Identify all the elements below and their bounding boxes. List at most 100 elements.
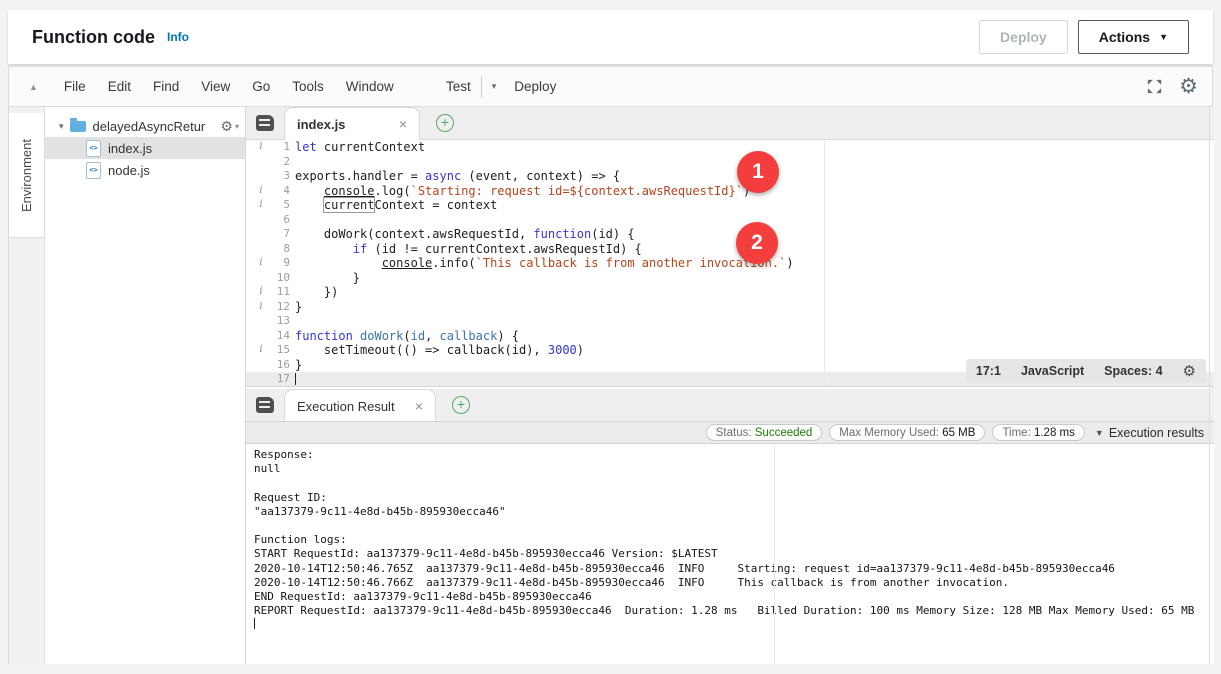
line-number[interactable]: 14 — [268, 329, 290, 344]
line-number[interactable]: 3 — [268, 169, 290, 184]
gutter-info-icon: i — [246, 140, 268, 155]
tab-execution-result[interactable]: Execution Result × — [284, 389, 436, 422]
gutter-info-icon — [246, 358, 268, 373]
menu-item-view[interactable]: View — [190, 79, 241, 94]
line-number[interactable]: 5 — [268, 198, 290, 213]
status-badge: Time: 1.28 ms — [992, 424, 1084, 441]
test-caret-icon[interactable]: ▾ — [492, 81, 497, 92]
code-text: if (id != currentContext.awsRequestId) { — [295, 242, 642, 257]
code-line-5[interactable]: i5 currentContext = context — [246, 198, 1214, 213]
line-number[interactable]: 17 — [268, 372, 290, 387]
code-line-12[interactable]: i12} — [246, 300, 1214, 315]
cursor-position[interactable]: 17:1 — [976, 364, 1001, 378]
tree-folder-row[interactable]: ▾ delayedAsyncReturn ⚙ ▾ — [45, 115, 245, 137]
console-line: null — [254, 462, 1214, 476]
code-line-13[interactable]: 13 — [246, 314, 1214, 329]
line-number[interactable]: 13 — [268, 314, 290, 329]
deploy-button[interactable]: Deploy — [979, 20, 1068, 54]
console-lines: Response:null Request ID:"aa137379-9c11-… — [254, 448, 1214, 634]
code-text: function doWork(id, callback) { — [295, 329, 519, 344]
menu-item-edit[interactable]: Edit — [97, 79, 142, 94]
menu-item-tools[interactable]: Tools — [281, 79, 335, 94]
line-number[interactable]: 6 — [268, 213, 290, 228]
folder-expand-caret-icon[interactable]: ▾ — [59, 121, 64, 132]
code-line-10[interactable]: 10 } — [246, 271, 1214, 286]
tree-file-list: <>index.js<>node.js — [45, 137, 245, 181]
gutter-info-icon — [246, 227, 268, 242]
menu-item-file[interactable]: File — [53, 79, 97, 94]
print-margin-ruler — [824, 140, 825, 387]
line-number[interactable]: 8 — [268, 242, 290, 257]
new-tab-button[interactable]: + — [452, 396, 470, 414]
code-line-4[interactable]: i4 console.log(`Starting: request id=${c… — [246, 184, 1214, 199]
line-number[interactable]: 4 — [268, 184, 290, 199]
code-line-6[interactable]: 6 — [246, 213, 1214, 228]
tree-file-node.js[interactable]: <>node.js — [45, 159, 245, 181]
close-icon[interactable]: × — [415, 398, 423, 414]
js-file-icon: <> — [86, 140, 101, 157]
line-number[interactable]: 1 — [268, 140, 290, 155]
menu-item-window[interactable]: Window — [335, 79, 405, 94]
console-line: REPORT RequestId: aa137379-9c11-4e8d-b45… — [254, 604, 1214, 618]
code-line-7[interactable]: 7 doWork(context.awsRequestId, function(… — [246, 227, 1214, 242]
deploy-menu-button[interactable]: Deploy — [514, 79, 556, 94]
code-line-11[interactable]: i11 }) — [246, 285, 1214, 300]
tree-settings-gear-icon[interactable]: ⚙ ▾ — [220, 118, 239, 135]
code-line-9[interactable]: i9 console.info(`This callback is from a… — [246, 256, 1214, 271]
new-tab-button[interactable]: + — [436, 114, 454, 132]
test-deploy-group: Test ▾ Deploy — [446, 67, 556, 106]
file-tree: ▾ delayedAsyncReturn ⚙ ▾ <>index.js<>nod… — [45, 107, 246, 664]
js-file-icon: <> — [86, 162, 101, 179]
tab-list-icon[interactable] — [256, 115, 274, 131]
chevron-down-icon: ▼ — [1095, 428, 1104, 438]
line-number[interactable]: 2 — [268, 155, 290, 170]
test-menu-button[interactable]: Test — [446, 79, 471, 94]
gutter-info-icon: i — [246, 343, 268, 358]
console-output[interactable]: Response:null Request ID:"aa137379-9c11-… — [246, 444, 1214, 664]
editor-settings-gear-icon[interactable]: ⚙ — [1179, 74, 1198, 99]
environment-tab[interactable]: Environment — [9, 113, 44, 238]
gutter-info-icon — [246, 169, 268, 184]
code-line-8[interactable]: 8 if (id != currentContext.awsRequestId)… — [246, 242, 1214, 257]
code-line-1[interactable]: i1let currentContext — [246, 140, 1214, 155]
line-number[interactable]: 11 — [268, 285, 290, 300]
line-number[interactable]: 9 — [268, 256, 290, 271]
line-number[interactable]: 12 — [268, 300, 290, 315]
menu-item-go[interactable]: Go — [241, 79, 281, 94]
execution-results-toggle[interactable]: ▼ Execution results — [1095, 426, 1204, 440]
editor-menubar: ▲ FileEditFindViewGoToolsWindow Test ▾ D… — [9, 67, 1212, 107]
code-line-14[interactable]: 14 function doWork(id, callback) { — [246, 329, 1214, 344]
statusbar-gear-icon[interactable]: ⚙ — [1183, 362, 1196, 380]
gutter-info-icon: i — [246, 285, 268, 300]
line-number[interactable]: 7 — [268, 227, 290, 242]
code-lines: i1let currentContext23exports.handler = … — [246, 140, 1214, 387]
header-actions: Deploy Actions ▼ — [979, 20, 1189, 54]
close-icon[interactable]: × — [399, 116, 407, 132]
menu-divider — [481, 76, 482, 98]
code-line-3[interactable]: 3exports.handler = async (event, context… — [246, 169, 1214, 184]
tab-index-js[interactable]: index.js × — [284, 107, 420, 140]
collapse-pane-icon[interactable]: ▲ — [29, 82, 38, 92]
gutter-info-icon: i — [246, 300, 268, 315]
console-line: Function logs: — [254, 533, 1214, 547]
line-number[interactable]: 16 — [268, 358, 290, 373]
language-mode[interactable]: JavaScript — [1021, 364, 1084, 378]
line-number[interactable]: 15 — [268, 343, 290, 358]
fullscreen-icon[interactable] — [1146, 78, 1163, 95]
line-number[interactable]: 10 — [268, 271, 290, 286]
code-line-15[interactable]: i15 setTimeout(() => callback(id), 3000) — [246, 343, 1214, 358]
gutter-info-icon — [246, 155, 268, 170]
scrollbar-track[interactable] — [1209, 107, 1210, 664]
gutter-info-icon: i — [246, 256, 268, 271]
info-link[interactable]: Info — [167, 30, 189, 44]
tab-list-icon[interactable] — [256, 397, 274, 413]
gutter-info-icon — [246, 213, 268, 228]
console-line: 2020-10-14T12:50:46.765Z aa137379-9c11-4… — [254, 562, 1214, 576]
code-line-2[interactable]: 2 — [246, 155, 1214, 170]
indent-setting[interactable]: Spaces: 4 — [1104, 364, 1162, 378]
code-area[interactable]: i1let currentContext23exports.handler = … — [246, 140, 1214, 387]
actions-button[interactable]: Actions ▼ — [1078, 20, 1189, 54]
menu-item-find[interactable]: Find — [142, 79, 190, 94]
tree-file-index.js[interactable]: <>index.js — [45, 137, 245, 159]
code-text: } — [295, 271, 360, 286]
